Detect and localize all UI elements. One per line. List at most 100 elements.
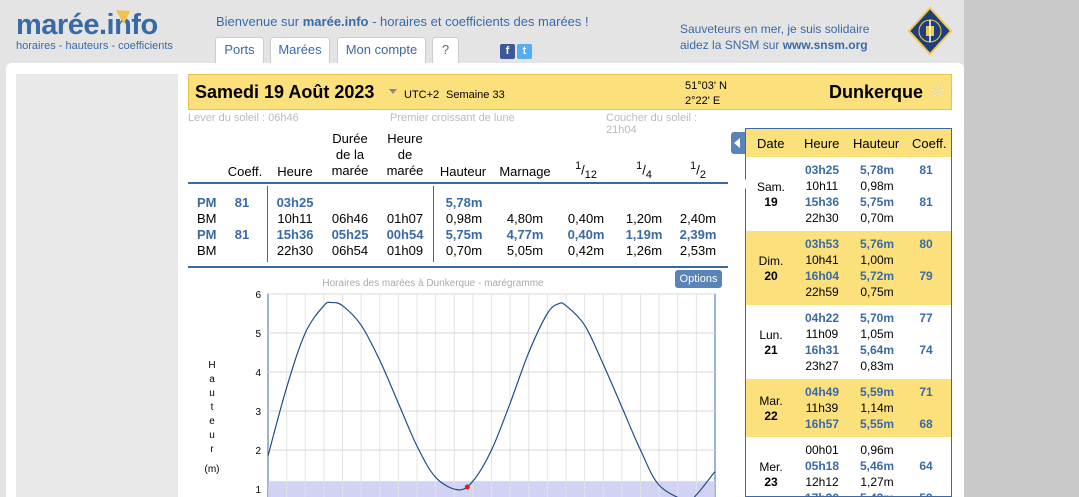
tide-cell-f4: 1,20m bbox=[625, 211, 663, 226]
facebook-icon[interactable]: f bbox=[500, 44, 515, 59]
y-tick-label: 4 bbox=[255, 368, 261, 379]
panel-tide-height: 0,70m bbox=[860, 211, 894, 225]
panel-day-block[interactable]: Mar. 22 04h49 5,59m 71 11h39 1,14m 16h57 5,55m 68 bbox=[746, 379, 951, 437]
chart-options-button[interactable]: Options bbox=[675, 270, 722, 288]
tide-cell-coeff: 81 bbox=[234, 227, 250, 242]
day-date: Samedi 19 Août 2023 bbox=[195, 82, 375, 102]
panel-tide-time: 16h31 bbox=[804, 343, 840, 357]
panel-tide-height: 1,05m bbox=[860, 327, 894, 341]
panel-tide-height: 1,00m bbox=[860, 253, 894, 267]
tab-mon-compte[interactable]: Mon compte bbox=[337, 37, 426, 63]
tide-cell-hauteur: 5,78m bbox=[445, 195, 483, 210]
table-header-rule bbox=[188, 182, 728, 184]
panel-day-name: Mer. bbox=[759, 460, 783, 474]
panel-tide-height: 5,55m bbox=[859, 417, 895, 431]
half-num: 1 bbox=[690, 160, 697, 172]
tide-cell-hauteur: 0,70m bbox=[445, 243, 483, 258]
twitter-icon[interactable]: t bbox=[517, 44, 532, 59]
tide-cell-duree: 06h54 bbox=[331, 243, 369, 258]
panel-day-block[interactable]: Mer.23 00h01 0,96m 05h18 5,46m 64 12h12 1,27m 17… bbox=[746, 437, 951, 496]
panel-tide-time: 03h25 bbox=[804, 163, 840, 177]
date-dropdown-icon[interactable] bbox=[389, 89, 397, 94]
panel-tide-time: 12h12 bbox=[805, 475, 839, 489]
panel-tide-time: 03h53 bbox=[804, 237, 840, 251]
panel-tide-coeff: 74 bbox=[919, 343, 933, 357]
tab-help[interactable]: ? bbox=[432, 37, 459, 63]
sunrise: Lever du soleil : 06h46 bbox=[188, 112, 299, 124]
panel-tide-time: 11h09 bbox=[805, 327, 839, 341]
current-time-marker bbox=[464, 484, 470, 490]
snsm-line1: Sauveteurs en mer, je suis solidaire bbox=[680, 22, 870, 36]
panel-day-number: 19 bbox=[764, 195, 778, 209]
y-axis-label-letter: t bbox=[211, 402, 214, 413]
panel-day-block[interactable]: Dim. 20 03h53 5,76m 80 10h41 1,00m 16h04 5,72m 79… bbox=[746, 231, 951, 305]
panel-tide-time: 10h41 bbox=[805, 253, 839, 267]
tab-marees[interactable]: Marées bbox=[270, 37, 330, 63]
tide-cell-f2: 2,40m bbox=[679, 211, 717, 226]
col-hauteur: Hauteur bbox=[439, 164, 487, 179]
panel-tide-height: 5,78m bbox=[859, 163, 895, 177]
day-bar: Samedi 19 Août 2023 UTC+2 Semaine 33 51°… bbox=[188, 74, 952, 110]
panel-tide-height: 1,27m bbox=[860, 475, 894, 489]
col-heure-maree: Heure de marée bbox=[386, 131, 424, 178]
panel-tide-height: 0,83m bbox=[860, 359, 894, 373]
tide-cell-heure_maree: 01h07 bbox=[386, 211, 424, 226]
panel-col-coeff: Coeff. bbox=[912, 136, 947, 151]
panel-tide-time: 10h11 bbox=[805, 179, 839, 193]
logo-text: marée.info bbox=[16, 9, 158, 41]
panel-tide-time: 00h01 bbox=[805, 443, 839, 457]
tide-cell-f12: 0,40m bbox=[567, 227, 605, 242]
tide-cell-hauteur: 5,75m bbox=[445, 227, 483, 242]
panel-tide-height: 1,14m bbox=[860, 401, 894, 415]
twelfth-num: 1 bbox=[575, 160, 582, 172]
panel-tide-height: 5,75m bbox=[859, 195, 895, 209]
tab-ports[interactable]: Ports bbox=[215, 37, 264, 63]
y-axis-label-letter: e bbox=[209, 416, 215, 427]
panel-tide-time: 15h36 bbox=[804, 195, 840, 209]
table-footer-rule bbox=[188, 266, 728, 268]
y-axis-label-letter: u bbox=[209, 388, 215, 399]
tide-cell-heure: 22h30 bbox=[276, 243, 314, 258]
panel-col-hauteur: Hauteur bbox=[853, 136, 900, 151]
col-quarter: 1/4 bbox=[636, 160, 652, 181]
panel-tide-time: 17h30 bbox=[798, 490, 846, 496]
tide-cell-f2: 2,53m bbox=[679, 243, 717, 258]
site-logo[interactable]: marée.info horaires - hauteurs - coeffic… bbox=[16, 4, 186, 60]
y-axis-label-letter: a bbox=[209, 374, 215, 385]
tide-cell-type: PM bbox=[197, 227, 217, 242]
tide-cell-f2: 2,39m bbox=[679, 227, 717, 242]
panel-tide-coeff: 81 bbox=[919, 195, 933, 209]
panel-tide-time: 22h30 bbox=[805, 211, 839, 225]
panel-tide-time: 16h04 bbox=[804, 269, 840, 283]
panel-collapse-icon[interactable] bbox=[731, 132, 745, 154]
y-tick-label: 6 bbox=[255, 290, 261, 301]
y-axis-unit: (m) bbox=[205, 464, 220, 475]
panel-header: Date Heure Hauteur Coeff. bbox=[746, 129, 951, 157]
welcome-text: Bienvenue sur marée.info - horaires et c… bbox=[216, 14, 589, 29]
snsm-link[interactable]: www.snsm.org bbox=[783, 38, 868, 52]
panel-day-number: 20 bbox=[764, 269, 778, 283]
y-axis-label-letter: H bbox=[208, 360, 215, 371]
favorite-star-icon[interactable]: ☆ bbox=[930, 81, 946, 102]
y-tick-label: 3 bbox=[255, 407, 261, 418]
tide-cell-marnage: 4,77m bbox=[506, 227, 544, 242]
panel-tide-time: 04h49 bbox=[804, 385, 840, 399]
panel-tide-coeff: 59 bbox=[908, 490, 944, 496]
tide-cell-heure_maree: 01h09 bbox=[386, 243, 424, 258]
latitude: 51°03' N bbox=[685, 80, 727, 92]
panel-tide-time: 23h27 bbox=[805, 359, 839, 373]
panel-day-block[interactable]: Lun. 21 04h22 5,70m 77 11h09 1,05m 16h31 5,64m 74… bbox=[746, 305, 951, 379]
snsm-logo-icon[interactable] bbox=[907, 6, 953, 56]
tide-cell-heure: 10h11 bbox=[277, 211, 313, 226]
panel-day-block[interactable]: Sam. 19 03h25 5,78m 81 10h11 0,98m 15h36 5,75m 81… bbox=[746, 157, 951, 231]
tide-chart: 1 2 3 4 5 6 Ha u t e u r (m) bbox=[188, 288, 728, 497]
panel-day-name: Sam. bbox=[756, 180, 785, 194]
timezone: UTC+2 bbox=[404, 89, 440, 101]
tide-cell-duree: 06h46 bbox=[331, 211, 369, 226]
tide-cell-type: BM bbox=[197, 243, 217, 258]
panel-tide-coeff: 64 bbox=[919, 459, 933, 473]
panel-tide-time: 11h39 bbox=[805, 401, 839, 415]
upcoming-tides-panel: Date Heure Hauteur Coeff. Sam. 19 03h25 5,7… bbox=[745, 128, 952, 497]
tide-cell-f12: 0,40m bbox=[567, 211, 605, 226]
quarter-den: 4 bbox=[645, 168, 652, 181]
